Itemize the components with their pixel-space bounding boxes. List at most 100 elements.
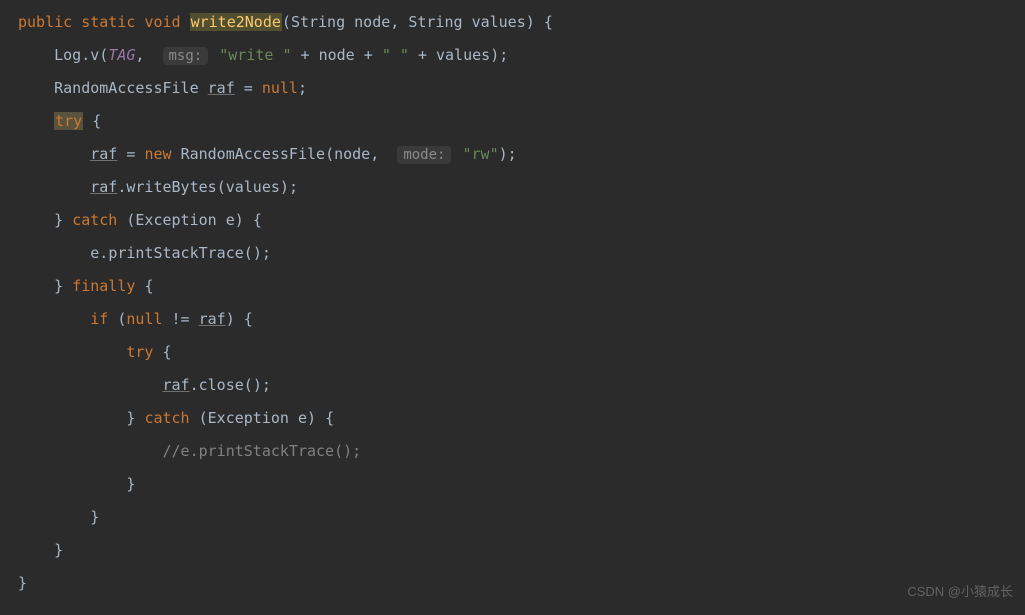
code-line[interactable]: }	[18, 534, 1025, 567]
code-line[interactable]: raf.close();	[18, 369, 1025, 402]
parameter-hint: mode:	[397, 146, 451, 164]
brace-close: }	[54, 541, 63, 559]
paren-close: )	[235, 211, 244, 229]
paren-close: )	[253, 244, 262, 262]
code-line[interactable]: }	[18, 567, 1025, 600]
method-call: close	[199, 376, 244, 394]
operator-plus: +	[364, 46, 373, 64]
keyword-catch: catch	[72, 211, 117, 229]
code-line[interactable]: //e.printStackTrace();	[18, 435, 1025, 468]
type-ref: Exception	[208, 409, 289, 427]
param-name: node	[354, 13, 390, 31]
comma: ,	[390, 13, 399, 31]
brace-close: }	[54, 277, 63, 295]
keyword-finally: finally	[72, 277, 135, 295]
brace-close: }	[18, 574, 27, 592]
comment: //e.printStackTrace();	[163, 442, 362, 460]
variable-ref: values	[436, 46, 490, 64]
param-type: String	[291, 13, 345, 31]
paren-close: )	[307, 409, 316, 427]
dot: .	[81, 46, 90, 64]
code-line[interactable]: raf = new RandomAccessFile(node, mode: "…	[18, 138, 1025, 171]
type-ref: RandomAccessFile	[54, 79, 199, 97]
paren-close: )	[280, 178, 289, 196]
class-ref: Log	[54, 46, 81, 64]
variable-decl: e	[226, 211, 235, 229]
param-name: values	[472, 13, 526, 31]
static-field: TAG	[108, 46, 135, 64]
brace-close: }	[90, 508, 99, 526]
code-line[interactable]: try {	[18, 336, 1025, 369]
watermark-text: CSDN @小猿成长	[907, 578, 1013, 607]
code-line[interactable]: e.printStackTrace();	[18, 237, 1025, 270]
string-literal: "rw"	[463, 145, 499, 163]
paren-close: )	[490, 46, 499, 64]
paren-open: (	[244, 244, 253, 262]
variable-decl: raf	[208, 79, 235, 97]
code-line[interactable]: if (null != raf) {	[18, 303, 1025, 336]
code-line[interactable]: } finally {	[18, 270, 1025, 303]
semicolon: ;	[262, 244, 271, 262]
keyword-if: if	[90, 310, 108, 328]
comma: ,	[135, 46, 144, 64]
semicolon: ;	[262, 376, 271, 394]
code-line[interactable]: try {	[18, 105, 1025, 138]
variable-ref: node	[334, 145, 370, 163]
semicolon: ;	[289, 178, 298, 196]
keyword-catch: catch	[144, 409, 189, 427]
code-line[interactable]: } catch (Exception e) {	[18, 204, 1025, 237]
variable-ref: values	[226, 178, 280, 196]
code-line[interactable]: RandomAccessFile raf = null;	[18, 72, 1025, 105]
operator-neq: !=	[172, 310, 190, 328]
string-literal: " "	[382, 46, 409, 64]
string-literal: "write "	[219, 46, 291, 64]
brace-close: }	[126, 409, 135, 427]
semicolon: ;	[298, 79, 307, 97]
code-line[interactable]: }	[18, 468, 1025, 501]
brace-close: }	[54, 211, 63, 229]
variable-ref: node	[319, 46, 355, 64]
method-call: printStackTrace	[108, 244, 243, 262]
keyword-try: try	[54, 112, 83, 130]
method-call: v	[90, 46, 99, 64]
brace-open: {	[244, 310, 253, 328]
dot: .	[99, 244, 108, 262]
operator-assign: =	[126, 145, 135, 163]
keyword-null: null	[262, 79, 298, 97]
param-type: String	[408, 13, 462, 31]
code-line[interactable]: Log.v(TAG, msg: "write " + node + " " + …	[18, 39, 1025, 72]
variable-ref: raf	[90, 145, 117, 163]
variable-ref: raf	[163, 376, 190, 394]
code-line[interactable]: raf.writeBytes(values);	[18, 171, 1025, 204]
code-line[interactable]: public static void write2Node(String nod…	[18, 6, 1025, 39]
brace-open: {	[325, 409, 334, 427]
keyword-new: new	[144, 145, 171, 163]
paren-open: (	[199, 409, 208, 427]
paren-open: (	[99, 46, 108, 64]
brace-open: {	[163, 343, 172, 361]
constructor-call: RandomAccessFile	[181, 145, 326, 163]
brace-open: {	[544, 13, 553, 31]
code-line[interactable]: } catch (Exception e) {	[18, 402, 1025, 435]
operator-plus: +	[418, 46, 427, 64]
paren-close: )	[226, 310, 235, 328]
variable-ref: raf	[90, 178, 117, 196]
brace-open: {	[92, 112, 101, 130]
brace-open: {	[144, 277, 153, 295]
keyword-null: null	[126, 310, 162, 328]
comma: ,	[370, 145, 379, 163]
variable-ref: e	[90, 244, 99, 262]
variable-ref: raf	[199, 310, 226, 328]
paren-close: )	[253, 376, 262, 394]
semicolon: ;	[499, 46, 508, 64]
keyword-public: public	[18, 13, 72, 31]
type-ref: Exception	[135, 211, 216, 229]
code-line[interactable]: }	[18, 501, 1025, 534]
code-editor[interactable]: public static void write2Node(String nod…	[0, 0, 1025, 600]
semicolon: ;	[508, 145, 517, 163]
paren-open: (	[282, 13, 291, 31]
paren-open: (	[217, 178, 226, 196]
method-name: write2Node	[190, 13, 282, 31]
operator-assign: =	[244, 79, 253, 97]
method-call: writeBytes	[126, 178, 216, 196]
